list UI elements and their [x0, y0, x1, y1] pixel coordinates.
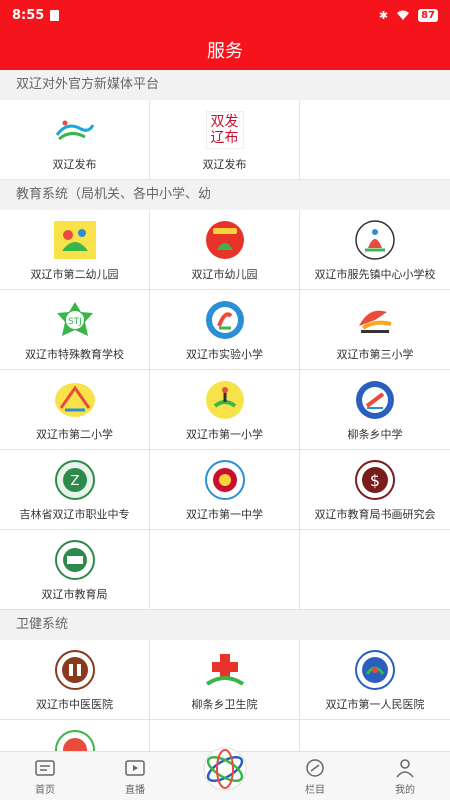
- service-label: 双辽市第一小学: [186, 428, 263, 441]
- svg-text:STJ: STJ: [68, 317, 82, 327]
- service-item[interactable]: 双辽市第一人民医院: [300, 640, 450, 720]
- page-title: 服务: [207, 41, 243, 62]
- service-item[interactable]: 柳条乡中学: [300, 370, 450, 450]
- page-header: 服务: [0, 30, 450, 70]
- service-item-shuangliao-fabu-2[interactable]: 双发辽布 双辽发布: [150, 100, 300, 180]
- svg-text:Z: Z: [70, 474, 79, 489]
- tab-mine[interactable]: 我的: [360, 752, 450, 800]
- bottom-tab-bar: 首页 直播 栏目 我的: [0, 747, 450, 800]
- first-middle-logo-icon: [203, 460, 247, 500]
- tab-home[interactable]: 首页: [0, 752, 90, 800]
- service-list[interactable]: 双辽对外官方新媒体平台 双辽发布 双发辽布 双辽发布 教育系统（局机关、各中小学…: [0, 70, 450, 751]
- service-item[interactable]: 双辽市幼儿园: [150, 210, 300, 290]
- tab-live[interactable]: 直播: [90, 752, 180, 800]
- service-label: 柳条乡中学: [347, 428, 403, 441]
- service-item[interactable]: 双辽市服先镇中心小学校: [300, 210, 450, 290]
- user-icon: [396, 758, 414, 777]
- notification-icon: [50, 9, 60, 21]
- first-primary-logo-icon: [203, 380, 247, 420]
- service-label: 双辽市实验小学: [186, 348, 263, 361]
- service-label: 双辽市服先镇中心小学校: [314, 268, 436, 281]
- calligraphy-society-logo-icon: $: [353, 460, 397, 500]
- shuangliao-fabu-logo-icon: [53, 110, 97, 150]
- column-icon: [306, 758, 324, 777]
- service-item[interactable]: 双辽市实验小学: [150, 290, 300, 370]
- svg-text:$: $: [370, 471, 380, 490]
- second-primary-logo-icon: [53, 380, 97, 420]
- service-label: 双辽发布: [52, 158, 97, 171]
- tab-label: 栏目: [305, 784, 325, 796]
- partial-logo-icon: [53, 730, 97, 751]
- live-icon: [125, 759, 145, 776]
- empty-cell: [300, 720, 450, 751]
- status-time: 8:55: [12, 7, 45, 23]
- service-label: 柳条乡卫生院: [191, 698, 258, 711]
- service-label: 双辽市第三小学: [336, 348, 414, 361]
- third-primary-logo-icon: [353, 300, 397, 340]
- service-item-shuangliao-fabu-1[interactable]: 双辽发布: [0, 100, 150, 180]
- service-grid-education: 双辽市第二幼儿园 双辽市幼儿园 双辽市服先镇中心小学校 STJ 双辽市特殊教育学…: [0, 210, 450, 610]
- service-item[interactable]: 双辽市中医医院: [0, 640, 150, 720]
- service-label: 双辽市第二小学: [36, 428, 113, 441]
- service-item[interactable]: $ 双辽市教育局书画研究会: [300, 450, 450, 530]
- service-item[interactable]: STJ 双辽市特殊教育学校: [0, 290, 150, 370]
- kindergarten-logo-icon: [203, 220, 247, 260]
- empty-cell: [300, 530, 450, 610]
- special-edu-logo-icon: STJ: [53, 300, 97, 340]
- tab-label: 我的: [395, 784, 415, 796]
- status-bar: 8:55 ✱ 87: [0, 0, 450, 30]
- service-item[interactable]: 双辽市第一小学: [150, 370, 300, 450]
- status-right: ✱ 87: [378, 8, 438, 22]
- education-bureau-logo-icon: [53, 540, 97, 580]
- service-grid-media: 双辽发布 双发辽布 双辽发布: [0, 100, 450, 180]
- service-item[interactable]: 双辽市第二小学: [0, 370, 150, 450]
- first-hospital-logo-icon: [353, 650, 397, 690]
- service-label: 双辽市第一人民医院: [325, 698, 425, 711]
- wifi-icon: [397, 10, 410, 20]
- fuxian-school-logo-icon: [353, 220, 397, 260]
- service-label: 吉林省双辽市职业中专: [19, 508, 130, 521]
- bluetooth-icon: ✱: [378, 8, 389, 22]
- service-item[interactable]: 双辽市第二幼儿园: [0, 210, 150, 290]
- kindergarten-2-logo-icon: [53, 220, 97, 260]
- section-title-media: 双辽对外官方新媒体平台: [0, 70, 450, 100]
- service-label: 双辽市教育局书画研究会: [314, 508, 436, 521]
- service-grid-health: 双辽市中医医院 柳条乡卫生院 双辽市第一人民医院: [0, 640, 450, 751]
- section-title-education: 教育系统（局机关、各中小学、幼: [0, 180, 450, 210]
- service-label: 双辽市第一中学: [186, 508, 263, 521]
- liutiao-middle-logo-icon: [353, 380, 397, 420]
- tcm-hospital-logo-icon: [53, 650, 97, 690]
- service-item[interactable]: 柳条乡卫生院: [150, 640, 300, 720]
- service-label: 双辽发布: [202, 158, 247, 171]
- service-label: 双辽市特殊教育学校: [25, 348, 124, 361]
- seal-text: 双发辽布: [205, 111, 244, 149]
- section-title-health: 卫健系统: [0, 610, 450, 640]
- experimental-school-logo-icon: [203, 300, 247, 340]
- home-icon: [35, 759, 55, 776]
- service-label: 双辽市第二幼儿园: [30, 268, 119, 281]
- health-center-logo-icon: [203, 650, 247, 690]
- empty-cell: [150, 530, 300, 610]
- service-label: 双辽市中医医院: [36, 698, 113, 711]
- service-label: 双辽市幼儿园: [191, 268, 258, 281]
- tab-label: 首页: [35, 784, 55, 796]
- globe-icon: [203, 747, 247, 791]
- service-item[interactable]: Z 吉林省双辽市职业中专: [0, 450, 150, 530]
- shuangliao-fabu-seal-icon: 双发辽布: [203, 110, 247, 150]
- vocational-school-logo-icon: Z: [53, 460, 97, 500]
- empty-cell: [300, 100, 450, 180]
- service-item[interactable]: 双辽市第一中学: [150, 450, 300, 530]
- service-label: 双辽市教育局: [41, 588, 108, 601]
- service-item[interactable]: 双辽市教育局: [0, 530, 150, 610]
- service-item[interactable]: 双辽市第三小学: [300, 290, 450, 370]
- tab-column[interactable]: 栏目: [270, 752, 360, 800]
- service-item[interactable]: [0, 720, 150, 751]
- battery-icon: 87: [418, 8, 438, 22]
- tab-center[interactable]: [180, 747, 270, 800]
- tab-label: 直播: [125, 784, 145, 796]
